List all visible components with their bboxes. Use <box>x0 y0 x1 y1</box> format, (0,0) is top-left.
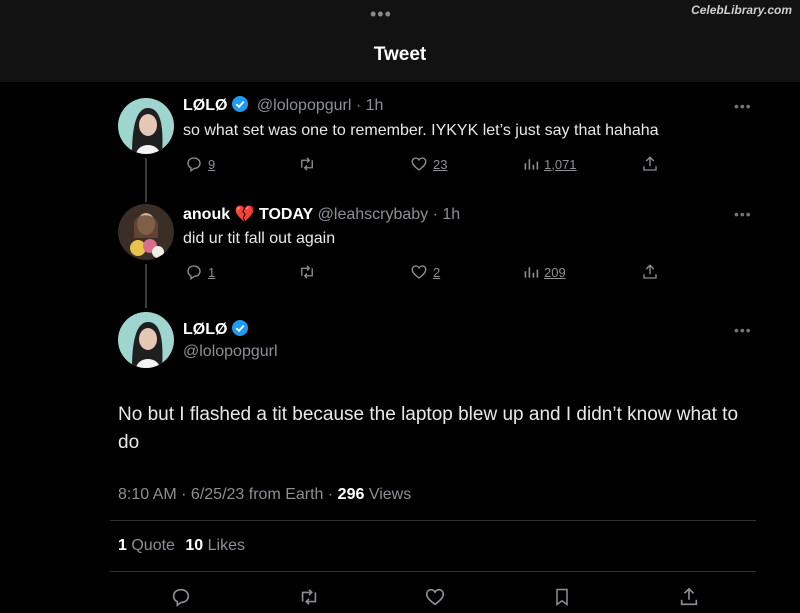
tweet-meta: 8:10 AM · 6/25/23 from Earth · 296 Views <box>118 486 411 504</box>
retweet-button[interactable] <box>297 155 317 173</box>
tweet-actions: 1 2 209 <box>183 263 663 285</box>
views-button[interactable]: 1,071 <box>523 155 577 173</box>
tweet-text: so what set was one to remember. IYKYK l… <box>183 122 659 139</box>
tweet-header: anouk 💔 TODAY @leahscrybaby · 1h <box>183 204 460 224</box>
more-options-icon[interactable]: ••• <box>734 206 752 222</box>
like-button[interactable]: 23 <box>410 155 447 173</box>
view-count: 1,071 <box>544 156 577 172</box>
quotes-link[interactable]: 1 Quote <box>118 537 175 554</box>
retweet-icon <box>301 589 317 605</box>
tweet-source: from Earth <box>248 486 324 503</box>
tweet-date[interactable]: 6/25/23 <box>191 486 244 503</box>
likes-link[interactable]: 10 Likes <box>185 537 245 554</box>
views-icon <box>524 267 539 278</box>
retweet-icon <box>301 157 313 171</box>
display-name[interactable]: LØLØ <box>183 97 227 114</box>
heart-icon <box>425 588 445 606</box>
tweet-header: LØLØ @lolopopgurl · 1h <box>183 96 383 115</box>
tweet-text: did ur tit fall out again <box>183 230 336 247</box>
tweet-actions: 9 23 1,071 <box>183 155 663 177</box>
reply-count: 9 <box>208 156 216 172</box>
like-count: 2 <box>433 264 441 280</box>
likes-label: Likes <box>207 537 246 554</box>
views-label: Views <box>368 486 412 503</box>
display-name[interactable]: LØLØ <box>183 321 227 338</box>
handle[interactable]: @leahscrybaby <box>318 206 429 223</box>
ellipsis-icon[interactable]: ••• <box>370 4 392 25</box>
separator-dot: · <box>323 486 338 503</box>
thread-line <box>145 158 147 202</box>
thread-line <box>145 264 147 308</box>
reply-button[interactable]: 9 <box>185 155 215 173</box>
separator-dot: · <box>351 97 366 114</box>
page-title: Tweet <box>373 44 427 65</box>
reply-button[interactable] <box>170 586 192 613</box>
share-icon <box>680 587 698 606</box>
avatar[interactable] <box>118 98 174 154</box>
reply-icon <box>187 265 201 281</box>
verified-badge-icon <box>232 96 249 112</box>
share-button[interactable] <box>641 155 659 173</box>
separator-dot: · <box>176 486 191 503</box>
verified-badge-icon <box>232 320 249 336</box>
share-icon <box>643 264 657 279</box>
tweet-stats: 1 Quote 10 Likes <box>118 537 245 555</box>
timestamp[interactable]: 1h <box>442 206 460 223</box>
retweet-icon <box>301 265 313 279</box>
main-tweet-name-row: LØLØ <box>183 320 249 339</box>
handle[interactable]: @lolopopgurl <box>257 97 352 114</box>
reply-count: 1 <box>208 264 216 280</box>
bookmark-icon <box>556 588 568 606</box>
main-tweet-text: No but I flashed a tit because the lapto… <box>118 404 739 453</box>
handle[interactable]: @lolopopgurl <box>183 343 278 361</box>
divider <box>110 571 756 572</box>
view-count: 209 <box>544 264 566 280</box>
broken-heart-emoji: 💔 <box>234 206 255 223</box>
share-button[interactable] <box>678 586 700 613</box>
bookmark-button[interactable] <box>552 586 572 613</box>
display-name-suffix[interactable]: TODAY <box>259 206 313 223</box>
watermark: CelebLibrary.com <box>691 3 792 17</box>
timestamp[interactable]: 1h <box>366 97 384 114</box>
likes-count: 10 <box>185 537 204 554</box>
avatar[interactable] <box>118 204 174 260</box>
quotes-label: Quote <box>131 537 175 554</box>
heart-icon <box>411 265 427 279</box>
retweet-button[interactable] <box>297 586 321 613</box>
divider <box>110 520 756 521</box>
separator-dot: · <box>428 206 443 223</box>
like-button[interactable]: 2 <box>410 263 440 281</box>
retweet-button[interactable] <box>297 263 317 281</box>
share-button[interactable] <box>641 263 659 281</box>
more-options-icon[interactable]: ••• <box>734 322 752 338</box>
avatar[interactable] <box>118 312 174 368</box>
share-icon <box>643 156 657 171</box>
views-icon <box>524 159 539 170</box>
reply-icon <box>187 157 201 173</box>
more-options-icon[interactable]: ••• <box>734 98 752 114</box>
reply-button[interactable]: 1 <box>185 263 215 281</box>
tweet-time[interactable]: 8:10 AM <box>118 486 177 503</box>
top-bar <box>0 0 800 82</box>
views-count: 296 <box>337 486 365 503</box>
views-button[interactable]: 209 <box>523 263 566 281</box>
reply-icon <box>172 588 190 607</box>
like-button[interactable] <box>424 586 446 613</box>
heart-icon <box>411 157 427 171</box>
quotes-count: 1 <box>118 537 127 554</box>
like-count: 23 <box>433 156 448 172</box>
display-name[interactable]: anouk <box>183 206 230 223</box>
